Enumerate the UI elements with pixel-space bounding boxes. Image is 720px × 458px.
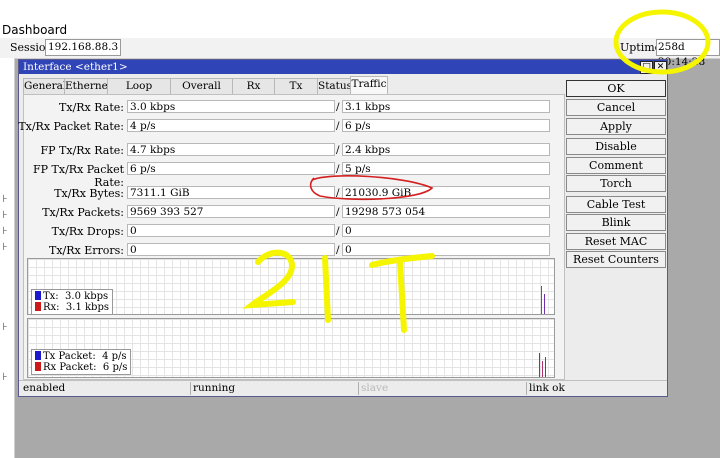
tx-drops-field: 0 — [127, 224, 335, 237]
tx-rate-field: 3.0 kbps — [127, 100, 335, 113]
rx-rate-field: 3.1 kbps — [342, 100, 550, 113]
rx-bytes-field: 21030.9 GiB — [342, 186, 550, 199]
fp-rx-packet-rate-field: 5 p/s — [342, 162, 550, 175]
session-value: 192.168.88.3 — [45, 39, 122, 56]
tab-ethernet[interactable]: Ethernet — [64, 78, 112, 94]
row-label: Tx/Rx Errors: — [48, 244, 124, 257]
ok-button[interactable]: OK — [566, 80, 666, 97]
tx-packet-rate-field: 4 p/s — [127, 119, 335, 132]
rx-drops-field: 0 — [342, 224, 550, 237]
rx-color-swatch — [35, 362, 41, 371]
close-button[interactable]: ✕ — [654, 61, 667, 74]
row-label: FP Tx/Rx Rate: — [40, 144, 125, 157]
rx-packets-field: 19298 573 054 — [342, 205, 550, 218]
interface-window: Interface <ether1> □ ✕ General Ethernet … — [18, 59, 668, 397]
packet-legend: Tx Packet: 4 p/s Rx Packet: 6 p/s — [31, 349, 132, 375]
comment-button[interactable]: Comment — [566, 157, 666, 174]
tab-general[interactable]: General — [23, 78, 66, 94]
tab-tx-stats[interactable]: Tx Stats — [274, 78, 318, 107]
status-slave: slave — [359, 382, 527, 395]
uptime-value: 258d 20:14:28 — [656, 39, 720, 68]
cable-test-button[interactable]: Cable Test — [566, 196, 666, 213]
tx-color-swatch — [35, 291, 41, 300]
tab-overall-stats[interactable]: Overall Stats — [170, 78, 233, 107]
torch-button[interactable]: Torch — [566, 175, 666, 192]
packet-graph: Tx Packet: 4 p/s Rx Packet: 6 p/s — [27, 318, 555, 378]
rx-errors-field: 0 — [342, 243, 550, 256]
tx-errors-field: 0 — [127, 243, 335, 256]
app-title: Dashboard — [2, 23, 68, 37]
left-sidebar-strip: ⊦ ⊦ ⊦ ⊦ ⊦ ⊦ — [0, 58, 15, 458]
tx-bytes-field: 7311.1 GiB — [127, 186, 335, 199]
restore-button[interactable]: □ — [640, 61, 653, 74]
status-running: running — [191, 382, 359, 395]
graph-spike — [539, 353, 540, 377]
row-label: Tx/Rx Rate: — [59, 101, 124, 114]
cancel-button[interactable]: Cancel — [566, 99, 666, 116]
tab-rx-stats[interactable]: Rx Stats — [232, 78, 275, 107]
tab-loop-protect[interactable]: Loop Protect — [107, 78, 171, 107]
fp-rx-rate-field: 2.4 kbps — [342, 143, 550, 156]
traffic-panel: Tx/Rx Rate: 3.0 kbps / 3.1 kbps Tx/Rx Pa… — [18, 94, 565, 380]
row-label: FP Tx/Rx Packet Rate: — [33, 163, 124, 189]
graph-spike — [541, 286, 542, 314]
window-title: Interface <ether1> — [23, 61, 128, 73]
graph-spike — [542, 361, 543, 377]
row-label: Tx/Rx Packets: — [42, 206, 124, 219]
session-bar: Session: 192.168.88.3 Uptime: 258d 20:14… — [0, 38, 720, 68]
traffic-rx-value: 3.1 kbps — [65, 302, 109, 313]
row-label: Tx/Rx Packet Rate: — [18, 120, 124, 133]
tree-arrow-icon: ⊦ — [2, 322, 8, 333]
rx-color-swatch — [35, 302, 41, 311]
traffic-legend: Tx: 3.0 kbps Rx: 3.1 kbps — [31, 289, 113, 315]
traffic-graph: Tx: 3.0 kbps Rx: 3.1 kbps — [27, 258, 555, 315]
tab-traffic[interactable]: Traffic — [350, 76, 388, 94]
fp-tx-packet-rate-field: 6 p/s — [127, 162, 335, 175]
close-icon: ✕ — [656, 62, 665, 72]
status-bar: enabled running slave link ok — [19, 380, 667, 395]
tx-color-swatch — [35, 351, 41, 360]
disable-button[interactable]: Disable — [566, 138, 666, 155]
tab-status[interactable]: Status — [317, 78, 352, 94]
rx-packet-rate-field: 6 p/s — [342, 119, 550, 132]
row-label: Tx/Rx Drops: — [51, 225, 124, 238]
apply-button[interactable]: Apply — [566, 118, 666, 135]
tx-packets-field: 9569 393 527 — [127, 205, 335, 218]
row-label: Tx/Rx Bytes: — [54, 187, 124, 200]
reset-mac-address-button[interactable]: Reset MAC Address — [566, 233, 666, 263]
tree-arrow-icon: ⊦ — [2, 372, 8, 383]
packet-tx-value: 4 p/s — [102, 351, 127, 362]
blink-button[interactable]: Blink — [566, 214, 666, 231]
status-enabled: enabled — [21, 382, 191, 395]
restore-icon: □ — [642, 62, 651, 72]
graph-spike — [544, 294, 545, 314]
window-title-bar[interactable]: Interface <ether1> □ ✕ — [19, 60, 667, 74]
status-link: link ok — [529, 382, 565, 394]
reset-counters-button[interactable]: Reset Counters — [566, 251, 666, 268]
packet-rx-value: 6 p/s — [102, 362, 128, 373]
top-bar: Dashboard — [0, 0, 720, 38]
fp-tx-rate-field: 4.7 kbps — [127, 143, 335, 156]
traffic-tx-value: 3.0 kbps — [65, 291, 109, 302]
graph-spike — [545, 357, 546, 377]
